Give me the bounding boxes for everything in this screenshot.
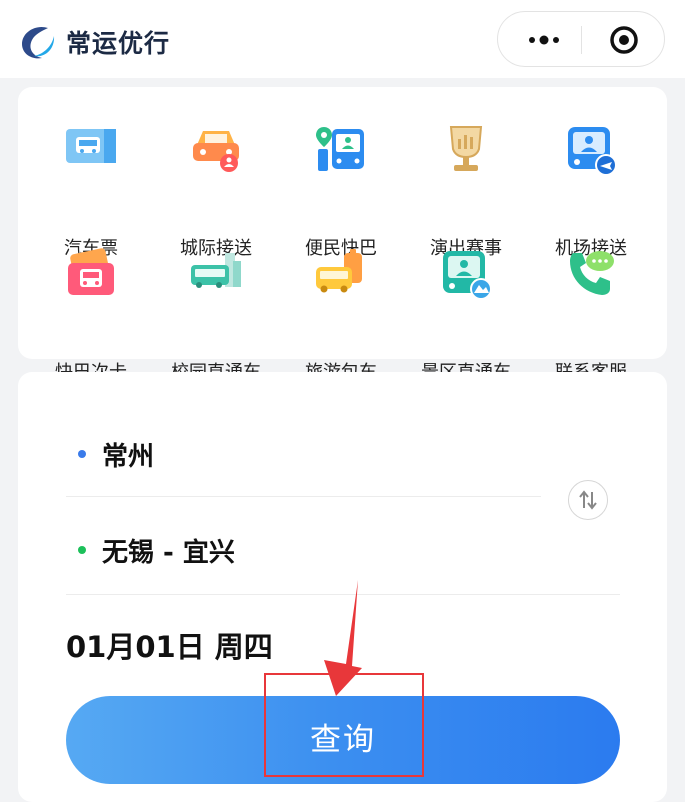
capsule-divider <box>581 26 582 54</box>
service-bus-ticket[interactable]: 汽车票 <box>31 123 151 259</box>
bus-ticket-icon <box>66 129 116 163</box>
mini-program-capsule <box>497 11 665 67</box>
airport-bus-icon <box>568 127 617 176</box>
swap-cities-button[interactable] <box>568 480 608 520</box>
to-city: 无锡 - 宜兴 <box>102 537 235 568</box>
service-customer-support[interactable]: 联系客服 <box>531 247 651 383</box>
bus-card-icon <box>68 248 114 295</box>
more-dots-icon[interactable] <box>514 20 574 60</box>
service-tour-charter[interactable]: 旅游包车 <box>281 247 401 383</box>
app-header: 常运优行 <box>0 0 685 78</box>
tour-bus-icon <box>316 249 362 293</box>
from-dot <box>78 450 86 458</box>
departure-date[interactable]: 01月01日 周四 <box>66 624 273 666</box>
annotation-highlight-box <box>264 673 424 777</box>
to-dot <box>78 546 86 554</box>
to-city-field[interactable]: 无锡 - 宜兴 <box>78 530 235 570</box>
divider <box>66 496 541 497</box>
campus-bus-icon <box>191 253 241 288</box>
app-title: 常运优行 <box>66 29 171 58</box>
swap-arrows-icon <box>579 490 597 510</box>
from-city: 常州 <box>102 441 155 472</box>
service-convenience-bus[interactable]: 便民快巴 <box>281 123 401 259</box>
service-scenic-shuttle[interactable]: 景区直通车 <box>406 247 526 383</box>
trophy-icon <box>449 126 483 171</box>
service-campus-shuttle[interactable]: 校园直通车 <box>156 247 276 383</box>
service-performance-events[interactable]: 演出赛事 <box>406 123 526 259</box>
car-pickup-icon <box>193 131 239 172</box>
phone-chat-icon <box>570 251 614 295</box>
services-card: 汽车票 城际接送 便民快巴 演出赛事 机场接送 <box>18 87 667 383</box>
logo-icon <box>22 26 55 59</box>
from-city-field[interactable]: 常州 <box>78 434 154 474</box>
divider <box>66 594 620 595</box>
service-airport-pickup[interactable]: 机场接送 <box>531 123 651 259</box>
service-bus-pass-card[interactable]: 快巴次卡 <box>31 247 151 383</box>
location-bus-icon <box>316 127 364 171</box>
service-intercity-pickup[interactable]: 城际接送 <box>156 123 276 259</box>
scenic-bus-icon <box>443 251 492 300</box>
target-circle-icon[interactable] <box>596 20 652 60</box>
